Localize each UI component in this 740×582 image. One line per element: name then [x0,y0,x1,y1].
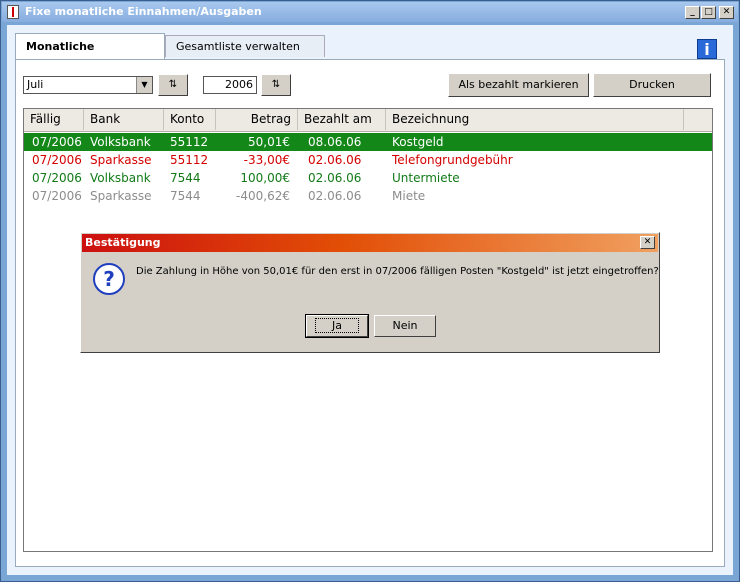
yes-button-label: Ja [315,318,359,333]
dialog-message: Die Zahlung in Höhe von 50,01€ für den e… [136,266,659,277]
print-button[interactable]: Drucken [593,73,711,97]
column-header-paid-on[interactable]: Bezahlt am [298,109,386,130]
cell-paid-on: 02.06.06 [308,153,362,167]
column-header-description[interactable]: Bezeichnung [386,109,684,130]
cell-due: 07/2006 [32,135,82,149]
cell-due: 07/2006 [32,171,82,185]
close-button[interactable]: ✕ [719,6,734,19]
month-sort-button[interactable]: ⇅ [158,74,188,96]
table-header: Fällig Bank Konto Betrag Bezahlt am Beze… [24,109,712,132]
cell-paid-on: 08.06.06 [308,135,362,149]
cell-account: 55112 [170,135,209,149]
column-header-filler [684,109,712,130]
cell-bank: Volksbank [90,135,151,149]
table-row[interactable]: 07/2006 Sparkasse 7544 -400,62€ 02.06.06… [24,187,712,205]
yes-button[interactable]: Ja [305,314,369,338]
minimize-button[interactable]: _ [685,6,700,19]
cell-amount: 100,00€ [240,171,290,185]
year-sort-button[interactable]: ⇅ [261,74,291,96]
dialog-title: Bestätigung [85,236,161,249]
table-row[interactable]: 07/2006 Volksbank 7544 100,00€ 02.06.06 … [24,169,712,187]
cell-description: Telefongrundgebühr [392,153,513,167]
no-button[interactable]: Nein [374,315,436,337]
tab-bar: Monatliche Übersicht Gesamtliste verwalt… [15,33,727,79]
cell-account: 7544 [170,171,201,185]
column-header-account[interactable]: Konto [164,109,216,130]
dialog-close-button[interactable]: ✕ [640,236,655,249]
cell-description: Untermiete [392,171,460,185]
month-select-value: Juli [27,78,44,91]
cell-amount: 50,01€ [248,135,290,149]
column-header-amount[interactable]: Betrag [216,109,298,130]
cell-amount: -33,00€ [243,153,290,167]
window-title: Fixe monatliche Einnahmen/Ausgaben [25,5,262,18]
month-select[interactable]: Juli ▼ [23,76,153,94]
column-header-due[interactable]: Fällig [24,109,84,130]
app-icon [7,5,19,19]
year-input[interactable]: 2006 [203,76,257,94]
mark-paid-button[interactable]: Als bezahlt markieren [448,73,589,97]
cell-account: 55112 [170,153,209,167]
tab-manage-list[interactable]: Gesamtliste verwalten [165,35,325,57]
dialog-title-bar[interactable]: Bestätigung ✕ [82,234,658,252]
cell-account: 7544 [170,189,201,203]
cell-due: 07/2006 [32,189,82,203]
title-bar[interactable]: Fixe monatliche Einnahmen/Ausgaben _ □ ✕ [2,2,738,22]
question-icon: ? [93,263,125,295]
info-icon[interactable]: i [697,39,717,59]
tab-monthly-overview[interactable]: Monatliche Übersicht [15,33,165,79]
cell-due: 07/2006 [32,153,82,167]
confirmation-dialog: Bestätigung ✕ ? Die Zahlung in Höhe von … [80,232,660,353]
cell-bank: Sparkasse [90,189,152,203]
table-row[interactable]: 07/2006 Volksbank 55112 50,01€ 08.06.06 … [24,133,712,151]
cell-description: Kostgeld [392,135,444,149]
cell-paid-on: 02.06.06 [308,189,362,203]
maximize-button[interactable]: □ [701,6,716,19]
cell-bank: Volksbank [90,171,151,185]
table-row[interactable]: 07/2006 Sparkasse 55112 -33,00€ 02.06.06… [24,151,712,169]
cell-amount: -400,62€ [236,189,290,203]
cell-bank: Sparkasse [90,153,152,167]
cell-paid-on: 02.06.06 [308,171,362,185]
main-window: Fixe monatliche Einnahmen/Ausgaben _ □ ✕… [0,0,740,582]
column-header-bank[interactable]: Bank [84,109,164,130]
chevron-down-icon[interactable]: ▼ [136,77,152,93]
cell-description: Miete [392,189,426,203]
